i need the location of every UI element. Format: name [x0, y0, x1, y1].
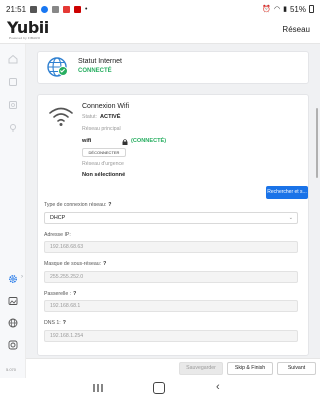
- next-button[interactable]: Suivant: [277, 362, 316, 375]
- check-icon: [58, 66, 68, 76]
- internet-status-card: Statut Internet CONNECTÉ: [37, 51, 309, 84]
- disconnect-button[interactable]: DÉCONNECTER: [82, 148, 126, 157]
- settings-icon[interactable]: [8, 274, 18, 284]
- battery-icon: [309, 5, 314, 13]
- sidebar-expand-icon[interactable]: ›: [21, 274, 23, 280]
- app-header: Yubii Powered by FIBARO Réseau: [0, 18, 320, 44]
- dns-field[interactable]: 192.168.1.254: [44, 330, 298, 342]
- wifi-signal-icon: ◠: [274, 6, 281, 13]
- wifi-status-value: ACTIVÉ: [100, 114, 121, 120]
- scrollbar-thumb[interactable]: [316, 108, 318, 178]
- status-bar-left: 21:51 •: [6, 5, 87, 14]
- android-nav-bar: ‹: [0, 378, 320, 400]
- facebook-icon: [41, 5, 49, 13]
- help-icon[interactable]: ?: [73, 291, 76, 297]
- status-bar-right: ⏰ ◠ ▮ 51%: [262, 5, 314, 14]
- recent-apps-icon[interactable]: [92, 383, 104, 393]
- help-icon[interactable]: ?: [108, 202, 111, 208]
- home-button-icon[interactable]: [153, 382, 165, 394]
- help-icon[interactable]: ?: [103, 261, 106, 267]
- wifi-connection-card: Connexion Wifi Statut: ACTIVÉ Réseau pri…: [37, 94, 309, 356]
- app-logo: Yubii: [7, 18, 49, 37]
- gateway-label: Passerelle :?: [44, 291, 76, 297]
- wifi-status-label: Statut:: [82, 114, 97, 120]
- devices-icon[interactable]: [8, 100, 18, 110]
- more-notifications-icon: •: [85, 5, 88, 13]
- mail-icon: [63, 5, 71, 13]
- gateway-field[interactable]: 192.168.68.1: [44, 300, 298, 312]
- connection-type-value: DHCP: [50, 215, 66, 221]
- page-title: Réseau: [282, 25, 310, 34]
- clock: 21:51: [6, 4, 27, 14]
- battery-percent: 51%: [289, 4, 306, 14]
- notification-icon: [30, 5, 38, 13]
- youtube-icon: [74, 5, 82, 13]
- network-globe-icon[interactable]: [8, 318, 18, 328]
- mask-field[interactable]: 255.255.252.0: [44, 271, 298, 283]
- gallery-icon[interactable]: [8, 296, 18, 306]
- dns-label-text: DNS 1:: [44, 320, 61, 326]
- back-icon[interactable]: ‹: [216, 381, 220, 393]
- gateway-label-text: Passerelle :: [44, 291, 72, 297]
- camera-icon[interactable]: [8, 340, 18, 350]
- wifi-section-title: Connexion Wifi: [82, 103, 130, 110]
- mask-label: Masque de sous-réseau:?: [44, 261, 106, 267]
- help-icon[interactable]: ?: [63, 320, 66, 326]
- ip-field[interactable]: 192.168.68.63: [44, 241, 298, 253]
- emergency-network-value: Non sélectionné: [82, 172, 126, 178]
- main-network-label: Réseau principal: [82, 126, 121, 132]
- rooms-icon[interactable]: [8, 77, 18, 87]
- connection-type-select[interactable]: DHCP ⌄: [44, 212, 298, 224]
- save-button[interactable]: Sauvegarder: [179, 362, 223, 375]
- connection-type-label-text: Type de connexion réseau:: [44, 202, 107, 208]
- internet-status-value: CONNECTÉ: [78, 68, 112, 74]
- lock-icon: [122, 139, 128, 145]
- network-connected-status: (CONNECTÉ): [131, 138, 167, 144]
- cellular-signal-icon: ▮: [283, 6, 287, 13]
- dns-label: DNS 1:?: [44, 320, 66, 326]
- internet-status-title: Statut Internet: [78, 58, 122, 65]
- app-notification-icon: [52, 5, 60, 13]
- app-logo-subtitle: Powered by FIBARO: [9, 36, 41, 40]
- home-icon[interactable]: [8, 54, 18, 64]
- skip-finish-button[interactable]: Skip & Finish: [227, 362, 273, 375]
- alarm-icon: ⏰: [262, 6, 272, 13]
- emergency-network-label: Réseau d'urgence: [82, 161, 124, 167]
- search-networks-button[interactable]: Rechercher et s...: [266, 186, 308, 199]
- scenes-icon[interactable]: [8, 123, 18, 133]
- app-version: 5.070: [6, 367, 17, 372]
- ip-label-text: Adresse IP:: [44, 232, 71, 238]
- sidebar: › 5.070: [0, 44, 26, 378]
- chevron-down-icon: ⌄: [288, 215, 293, 221]
- wifi-icon: [49, 107, 73, 126]
- connection-type-label: Type de connexion réseau:?: [44, 202, 111, 208]
- mask-label-text: Masque de sous-réseau:: [44, 261, 102, 267]
- ip-label: Adresse IP:: [44, 232, 71, 238]
- network-name: wifi: [82, 138, 92, 144]
- bottom-action-bar: Sauvegarder Skip & Finish Suivant: [26, 358, 320, 378]
- status-bar: 21:51 • ⏰ ◠ ▮ 51%: [0, 0, 320, 18]
